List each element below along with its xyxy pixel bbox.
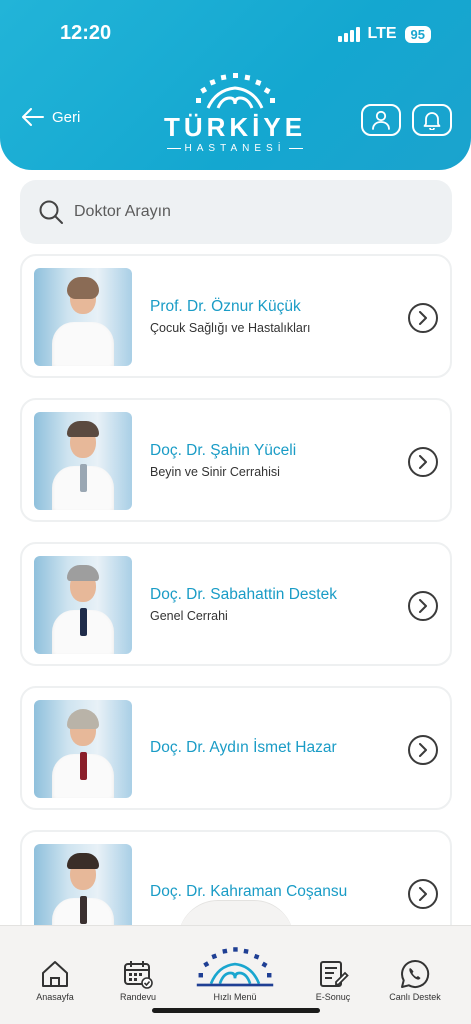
logo-icon [196, 947, 274, 987]
nav-live-support[interactable]: Canlı Destek [375, 956, 455, 1002]
doctor-photo [34, 700, 132, 798]
doctor-name: Doç. Dr. Aydın İsmet Hazar [150, 739, 337, 756]
profile-button[interactable] [361, 104, 401, 136]
doctor-card[interactable]: Prof. Dr. Öznur Küçük Çocuk Sağlığı ve H… [20, 254, 452, 378]
nav-home[interactable]: Anasayfa [15, 956, 95, 1002]
nav-appointment-label: Randevu [119, 992, 157, 1002]
chevron-right-icon [419, 311, 427, 325]
calendar-icon [124, 961, 153, 989]
doctor-photo [34, 556, 132, 654]
doctor-card[interactable]: Doç. Dr. Şahin Yüceli Beyin ve Sinir Cer… [20, 398, 452, 522]
back-button[interactable]: Geri [22, 108, 80, 126]
user-icon [372, 110, 390, 130]
network-label: LTE [367, 25, 397, 42]
doctor-name: Prof. Dr. Öznur Küçük [150, 297, 301, 315]
nav-home-label: Anasayfa [36, 992, 74, 1002]
status-time: 12:20 [60, 22, 112, 44]
chevron-right-icon [419, 887, 427, 901]
hospital-logo: TÜRKİYE HASTANESİ [160, 70, 310, 154]
status-indicators: LTE 95 [337, 25, 431, 43]
doctor-specialty: Çocuk Sağlığı ve Hastalıkları [150, 320, 311, 335]
nav-appointment[interactable]: Randevu [98, 956, 178, 1002]
doctor-photo [34, 268, 132, 366]
chevron-right-icon [419, 455, 427, 469]
nav-e-result[interactable]: E-Sonuç [293, 956, 373, 1002]
signal-icon [337, 26, 360, 42]
doctor-card[interactable]: Doç. Dr. Aydın İsmet Hazar [20, 686, 452, 810]
nav-quick-menu[interactable]: Hızlı Menü [195, 938, 275, 1002]
doctor-detail-button[interactable] [408, 447, 438, 477]
bell-icon [423, 112, 441, 130]
doctor-list: Prof. Dr. Öznur Küçük Çocuk Sağlığı ve H… [20, 254, 452, 974]
notifications-button[interactable] [412, 104, 452, 136]
search-icon [39, 200, 63, 224]
back-label: Geri [52, 108, 81, 126]
logo-subtitle-text: HASTANESİ [184, 143, 286, 154]
battery-level: 95 [404, 25, 431, 43]
app-header: 12:20 LTE 95 Geri TÜRKİYE HASTANESİ [0, 0, 471, 170]
nav-e-result-label: E-Sonuç [315, 992, 351, 1002]
doctor-name: Doç. Dr. Sabahattin Destek [150, 585, 337, 603]
doctor-card[interactable]: Doç. Dr. Sabahattin Destek Genel Cerrahi [20, 542, 452, 666]
doctor-photo [34, 412, 132, 510]
search-input[interactable] [74, 203, 414, 221]
doctor-search-bar[interactable] [20, 180, 452, 244]
phone-chat-icon [401, 959, 430, 988]
home-icon [42, 961, 68, 987]
doctor-name: Doç. Dr. Kahraman Coşansu [150, 883, 348, 900]
doctor-specialty: Genel Cerrahi [150, 608, 228, 623]
nav-live-support-label: Canlı Destek [389, 992, 441, 1002]
chevron-right-icon [419, 599, 427, 613]
chevron-right-icon [419, 743, 427, 757]
doctor-name: Doç. Dr. Şahin Yüceli [150, 441, 297, 459]
dome-logo-icon [196, 73, 275, 109]
home-indicator [152, 1008, 320, 1013]
doctor-detail-button[interactable] [408, 735, 438, 765]
doctor-specialty: Beyin ve Sinir Cerrahisi [150, 464, 280, 479]
doctor-detail-button[interactable] [408, 303, 438, 333]
doctor-detail-button[interactable] [408, 591, 438, 621]
document-edit-icon [320, 961, 349, 987]
nav-quick-menu-label: Hızlı Menü [213, 992, 257, 1002]
logo-title: TÜRKİYE [163, 112, 307, 142]
arrow-left-icon [22, 108, 44, 126]
logo-subtitle: HASTANESİ [160, 143, 310, 154]
doctor-detail-button[interactable] [408, 879, 438, 909]
